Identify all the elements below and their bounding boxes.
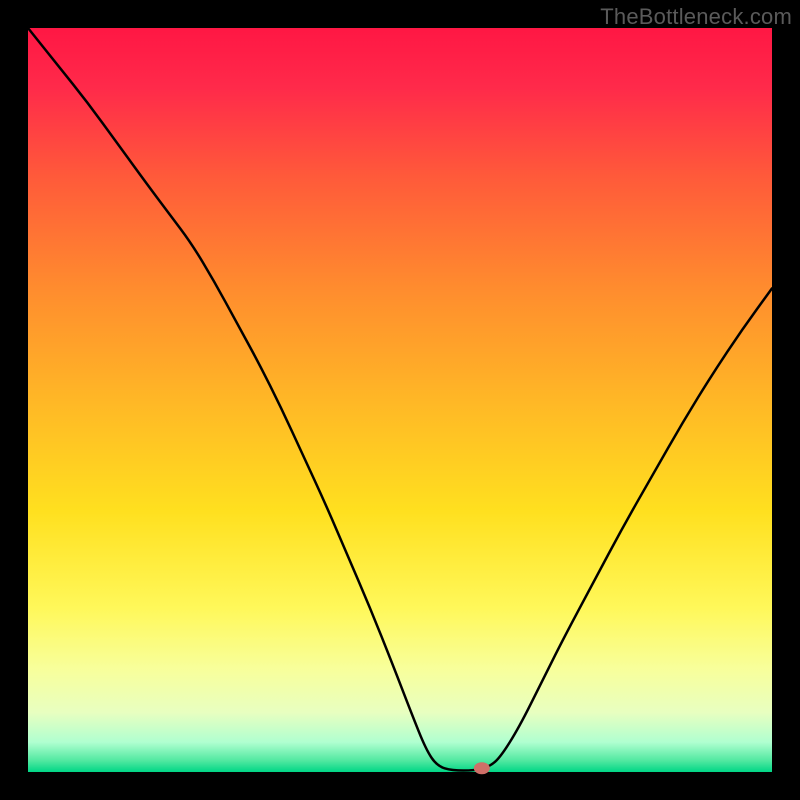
bottleneck-chart [0, 0, 800, 800]
watermark-text: TheBottleneck.com [600, 4, 792, 30]
chart-background-gradient [28, 28, 772, 772]
optimal-point-marker [474, 762, 490, 774]
